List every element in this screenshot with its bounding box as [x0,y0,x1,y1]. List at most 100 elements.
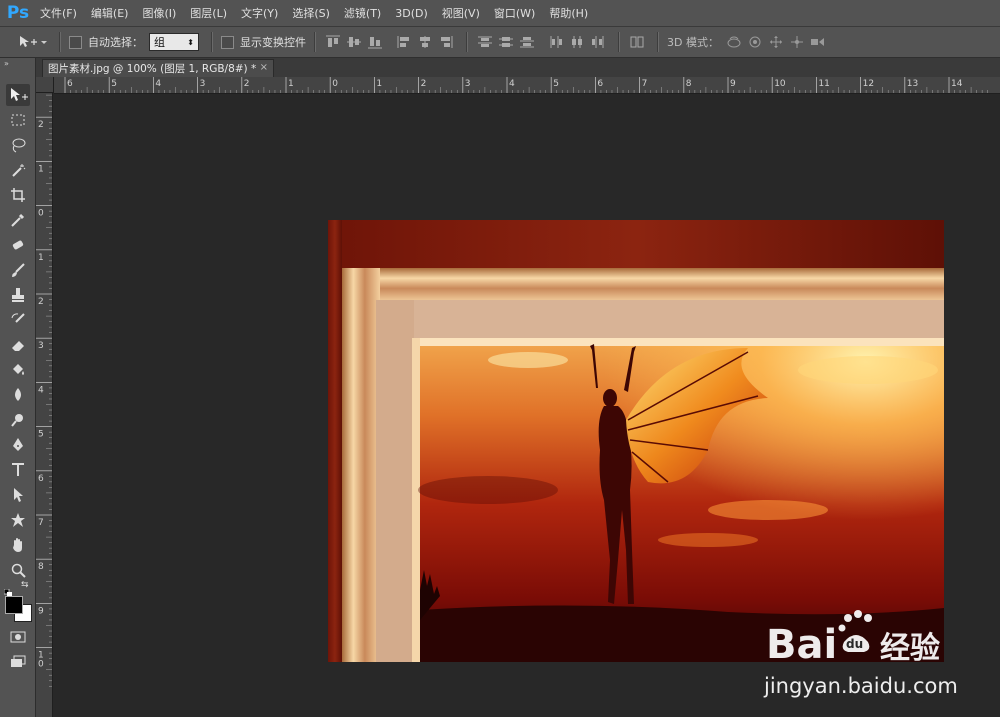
ruler-label: 1 [376,79,382,89]
ruler-label: 9 [38,606,44,616]
magic-wand-tool-button[interactable] [6,159,30,181]
path-selection-tool-button[interactable] [6,484,30,506]
distribute-left-icon[interactable] [547,33,565,51]
align-hcenter-icon[interactable] [416,33,434,51]
hand-tool-button[interactable] [6,534,30,556]
ruler-label: 10 [774,79,786,89]
watermark-url: jingyan.baidu.com [764,674,958,698]
lasso-tool-button[interactable] [6,134,30,156]
clone-stamp-tool-button[interactable] [6,284,30,306]
ruler-label: 6 [597,79,603,89]
ruler-label: 4 [155,79,161,89]
menu-help[interactable]: 帮助(H) [549,5,588,21]
3d-pan-icon[interactable] [767,33,785,51]
quick-mask-icon[interactable] [6,626,30,648]
screen-mode-icon[interactable] [6,651,30,673]
shape-tool-button[interactable] [6,509,30,531]
svg-text:du: du [846,637,863,651]
ruler-label: 13 [907,79,918,89]
brush-tool-button[interactable] [6,259,30,281]
align-vcenter-icon[interactable] [345,33,363,51]
ruler-label: 1 [288,79,294,89]
collapse-panel-icon[interactable]: » [4,59,9,68]
eyedropper-tool-button[interactable] [6,209,30,231]
show-transform-checkbox[interactable] [221,35,234,49]
pen-tool-button[interactable] [6,434,30,456]
default-colors-icon[interactable] [3,582,12,597]
separator [59,32,61,52]
foreground-color-swatch[interactable] [5,596,23,614]
auto-select-dropdown[interactable]: 组 ⬍ [149,33,199,51]
menu-file[interactable]: 文件(F) [40,5,77,21]
paint-bucket-tool-button[interactable] [6,359,30,381]
tool-preset-picker[interactable] [16,33,48,51]
ruler-label: 12 [863,79,874,89]
vertical-ruler[interactable]: 321012345678910 [36,93,53,717]
blur-tool-button[interactable] [6,384,30,406]
align-left-icon[interactable] [395,33,413,51]
align-top-icon[interactable] [324,33,342,51]
menu-window[interactable]: 窗口(W) [494,5,535,21]
history-brush-tool-button[interactable] [6,309,30,331]
ruler-label: 4 [38,385,44,395]
eraser-tool-button[interactable] [6,334,30,356]
ruler-label: 5 [38,430,44,440]
distribute-vcenter-icon[interactable] [497,33,515,51]
3d-roll-icon[interactable] [746,33,764,51]
ruler-label: 7 [38,518,44,528]
ruler-label: 0 [38,209,44,219]
3d-mode-label: 3D 模式： [667,36,719,49]
document-tab-title: 图片素材.jpg @ 100% (图层 1, RGB/8#) * [48,63,257,75]
ruler-label: 2 [421,79,427,89]
move-tool-button[interactable] [6,84,30,106]
close-icon[interactable]: × [260,62,268,73]
swap-colors-icon[interactable]: ⇆ [21,580,29,590]
horizontal-ruler-ticks: 6 5 4 3 2 1 0 1 2 3 4 5 6 7 8 9 10 11 12 13 14 [64,77,988,93]
auto-select-checkbox[interactable] [69,35,82,49]
distribute-right-icon[interactable] [589,33,607,51]
ruler-origin[interactable] [36,77,54,93]
3d-rotate-icon[interactable] [725,33,743,51]
3d-slide-icon[interactable] [788,33,806,51]
fairy-sunset-image [328,220,944,662]
healing-brush-tool-button[interactable] [6,234,30,256]
menu-view[interactable]: 视图(V) [442,5,480,21]
ruler-label: 0 [38,660,44,670]
menu-image[interactable]: 图像(I) [142,5,176,21]
zoom-tool-button[interactable] [6,559,30,581]
ruler-label: 2 [38,120,44,130]
ruler-label: 6 [67,79,73,89]
align-bottom-icon[interactable] [366,33,384,51]
ruler-label: 3 [38,341,44,351]
menu-type[interactable]: 文字(Y) [241,5,278,21]
type-tool-button[interactable] [6,459,30,481]
menu-select[interactable]: 选择(S) [292,5,330,21]
auto-align-icon[interactable] [628,33,646,51]
distribute-hcenter-icon[interactable] [568,33,586,51]
distribute-top-icon[interactable] [476,33,494,51]
menu-filter[interactable]: 滤镜(T) [344,5,381,21]
ruler-label: 3 [465,79,471,89]
menu-3d[interactable]: 3D(D) [395,7,428,20]
menu-layer[interactable]: 图层(L) [190,5,227,21]
auto-select-value: 组 [154,36,165,49]
ruler-label: 0 [332,79,338,89]
3d-scale-icon[interactable] [809,33,827,51]
document-image[interactable] [328,220,944,662]
horizontal-ruler[interactable]: 6 5 4 3 2 1 0 1 2 3 4 5 6 7 8 9 10 11 12 13 14 [54,77,1000,94]
options-bar: 自动选择： 组 ⬍ 显示变换控件 3D 模式： [0,27,1000,58]
dodge-tool-button[interactable] [6,409,30,431]
align-right-icon[interactable] [437,33,455,51]
document-tab[interactable]: 图片素材.jpg @ 100% (图层 1, RGB/8#) * × [42,59,274,77]
menu-bar: Ps 文件(F) 编辑(E) 图像(I) 图层(L) 文字(Y) 选择(S) 滤… [0,0,1000,27]
ruler-label: 8 [686,79,692,89]
wm-logo-text2: 经验 [880,631,940,666]
ruler-label: 7 [642,79,648,89]
ruler-label: 4 [509,79,515,89]
distribute-bottom-icon[interactable] [518,33,536,51]
menu-edit[interactable]: 编辑(E) [91,5,129,21]
crop-tool-button[interactable] [6,184,30,206]
ruler-label: 2 [38,297,44,307]
baidu-jingyan-watermark: Bai du 经验 jingyan.baidu.com [762,608,992,708]
marquee-tool-button[interactable] [6,109,30,131]
